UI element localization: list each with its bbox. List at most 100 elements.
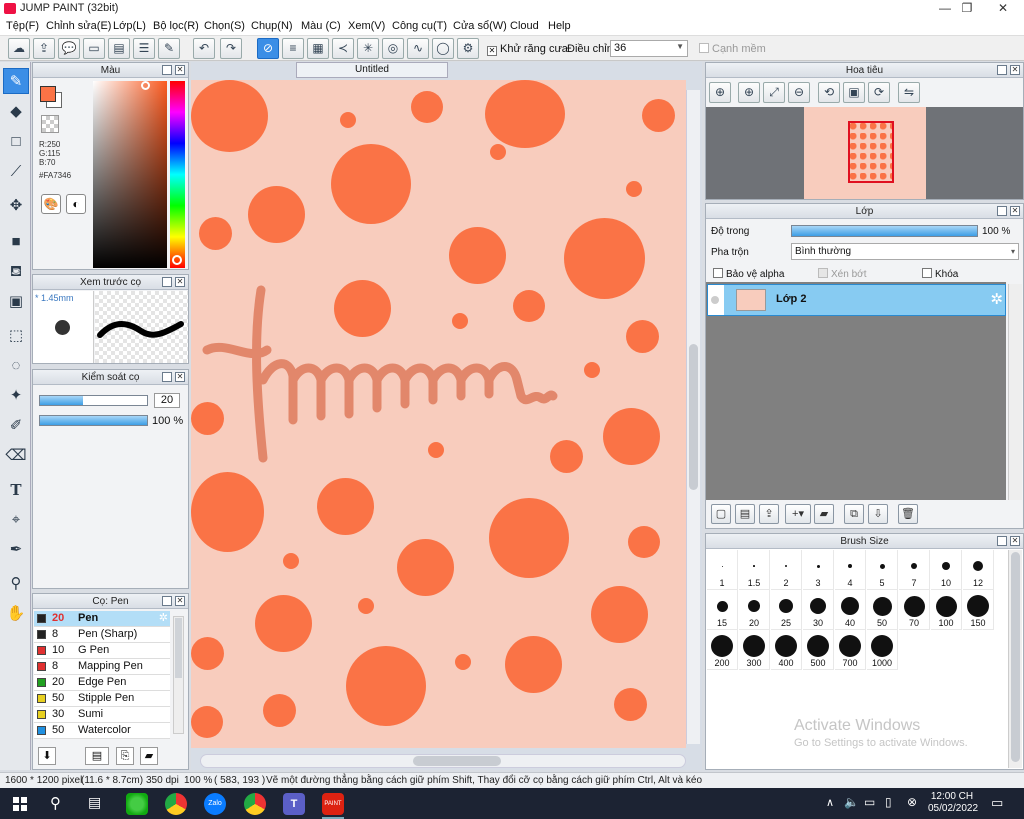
brush-item-edge-pen[interactable]: 20 Edge Pen xyxy=(34,675,170,691)
canvas-horizontal-scrollbar[interactable] xyxy=(200,754,686,768)
add-layer-dropdown-icon[interactable]: +▾ xyxy=(785,504,811,524)
foreground-color-swatch[interactable] xyxy=(40,86,56,102)
flip-icon[interactable]: ⇋ xyxy=(898,82,920,103)
brush-size-option[interactable]: 500 xyxy=(803,630,834,670)
brush-size-option[interactable]: 700 xyxy=(835,630,866,670)
scroll-thumb[interactable] xyxy=(1011,552,1020,762)
float-icon[interactable] xyxy=(997,536,1007,546)
drawing-canvas[interactable] xyxy=(191,80,686,748)
circle-snap-icon[interactable]: ◯ xyxy=(432,38,454,59)
snap-off-icon[interactable]: ⊘ xyxy=(257,38,279,59)
menu-file[interactable]: Tệp(F) xyxy=(6,20,39,32)
lasso-select-icon[interactable]: ◌ xyxy=(3,352,29,378)
eye-icon[interactable] xyxy=(711,296,719,304)
notification-icon[interactable]: ▭ xyxy=(991,795,1003,811)
select-eraser-icon[interactable]: ⌫ xyxy=(3,442,29,468)
brush-item-mapping-pen[interactable]: 8 Mapping Pen xyxy=(34,659,170,675)
close-icon[interactable]: ✕ xyxy=(175,65,185,75)
brush-size-option[interactable]: 30 xyxy=(803,590,834,630)
close-icon[interactable]: ✕ xyxy=(175,277,185,287)
folder-layer-icon[interactable]: ▰ xyxy=(814,504,834,524)
curve-snap-icon[interactable]: ∿ xyxy=(407,38,429,59)
delete-layer-icon[interactable]: 🗑 xyxy=(898,504,918,524)
close-icon[interactable]: ✕ xyxy=(1010,536,1020,546)
clock[interactable]: 12:00 CH 05/02/2022 xyxy=(928,791,978,815)
palette-icon[interactable]: 🎨 xyxy=(41,194,61,214)
network-icon[interactable]: ▭ xyxy=(864,795,875,809)
brush-opacity-slider[interactable] xyxy=(39,415,148,426)
clipping-checkbox[interactable] xyxy=(818,268,828,278)
brush-item-watercolor[interactable]: 50 Watercolor xyxy=(34,723,170,739)
close-circle-icon[interactable]: ⊗ xyxy=(907,795,917,809)
menu-view[interactable]: Xem(V) xyxy=(348,20,385,32)
menu-capture[interactable]: Chụp(N) xyxy=(251,20,293,32)
snap-settings-icon[interactable]: ⚙ xyxy=(457,38,479,59)
brush-size-scrollbar[interactable] xyxy=(1008,550,1022,768)
search-icon[interactable]: ⚲ xyxy=(50,794,61,812)
brush-list-scrollbar[interactable] xyxy=(173,616,184,734)
chat-icon[interactable]: ▭ xyxy=(83,38,105,59)
blend-mode-select[interactable]: Bình thường ▾ xyxy=(791,243,1019,260)
brush-size-slider[interactable] xyxy=(39,395,148,406)
brush-size-option[interactable]: 1.5 xyxy=(739,550,770,590)
duplicate-layer-icon[interactable]: ⧉ xyxy=(844,504,864,524)
horizontal-scroll-thumb[interactable] xyxy=(413,756,501,766)
brush-size-option[interactable]: 12 xyxy=(963,550,994,590)
layer-settings-gear-icon[interactable]: ✲ xyxy=(990,290,1003,308)
brush-item-pen-sharp[interactable]: 8 Pen (Sharp) xyxy=(34,627,170,643)
hand-tool-icon[interactable]: ✋ xyxy=(3,600,29,626)
close-icon[interactable]: ✕ xyxy=(1010,206,1020,216)
grid-snap-icon[interactable]: ▦ xyxy=(307,38,329,59)
new-brush-icon[interactable]: ▤ xyxy=(85,747,109,765)
gear-icon[interactable]: ✲ xyxy=(159,611,168,626)
rect-select-icon[interactable]: ⬚ xyxy=(3,322,29,348)
chrome-icon[interactable] xyxy=(165,793,187,815)
bucket-tool-icon[interactable]: ⛾ xyxy=(3,258,29,284)
perspective-snap-icon[interactable]: ≺ xyxy=(332,38,354,59)
app-green-icon[interactable] xyxy=(126,793,148,815)
volume-icon[interactable]: 🔈 xyxy=(844,795,859,809)
float-icon[interactable] xyxy=(162,65,172,75)
brush-size-option[interactable]: 150 xyxy=(963,590,994,630)
folder-icon[interactable]: ▰ xyxy=(140,747,158,765)
comment-icon[interactable]: 💬 xyxy=(58,38,80,59)
brush-item-g-pen[interactable]: 10 G Pen xyxy=(34,643,170,659)
text-tool-icon[interactable]: T xyxy=(3,476,29,502)
protect-alpha-checkbox[interactable] xyxy=(713,268,723,278)
brush-size-option[interactable]: 4 xyxy=(835,550,866,590)
clipping-toggle[interactable]: Xén bớt xyxy=(818,268,866,280)
lock-checkbox[interactable] xyxy=(922,268,932,278)
brush-size-option[interactable]: 10 xyxy=(931,550,962,590)
parallel-snap-icon[interactable]: ≡ xyxy=(282,38,304,59)
smooth-toggle[interactable]: Cạnh mềm xyxy=(699,43,766,55)
picker-cursor[interactable] xyxy=(141,81,150,90)
layer-list-scrollbar[interactable] xyxy=(1008,284,1022,500)
navigator-viewport[interactable] xyxy=(706,107,1023,199)
brush-item-pen[interactable]: 20 Pen ✲ xyxy=(34,611,170,627)
radial-snap-icon[interactable]: ✳ xyxy=(357,38,379,59)
float-icon[interactable] xyxy=(162,596,172,606)
float-icon[interactable] xyxy=(997,206,1007,216)
eraser-tool-icon[interactable]: ◆ xyxy=(3,98,29,124)
hue-slider[interactable] xyxy=(170,81,185,268)
menu-help[interactable]: Help xyxy=(548,20,571,32)
brush-size-option[interactable]: 300 xyxy=(739,630,770,670)
jump-paint-taskbar-icon[interactable]: PAINT xyxy=(322,793,344,815)
zalo-icon[interactable]: Zalo xyxy=(204,793,226,815)
eyedropper-icon[interactable]: ✒ xyxy=(3,536,29,562)
brush-size-option[interactable]: 15 xyxy=(707,590,738,630)
float-icon[interactable] xyxy=(162,372,172,382)
edit-icon[interactable]: ✎ xyxy=(158,38,180,59)
fill-rect-tool-icon[interactable]: ■ xyxy=(3,228,29,254)
adjust-select[interactable]: 36 ▼ xyxy=(610,40,688,57)
brush-size-option[interactable]: 25 xyxy=(771,590,802,630)
vertical-scroll-thumb[interactable] xyxy=(689,344,698,490)
float-icon[interactable] xyxy=(162,277,172,287)
rotate-right-icon[interactable]: ⟳ xyxy=(868,82,890,103)
restore-button[interactable]: ❐ xyxy=(952,0,982,17)
brush-size-option[interactable]: 400 xyxy=(771,630,802,670)
close-icon[interactable]: ✕ xyxy=(175,372,185,382)
save-brush-icon[interactable]: ⎘ xyxy=(116,747,134,765)
brush-item-sumi[interactable]: 30 Sumi xyxy=(34,707,170,723)
windows-start-icon[interactable] xyxy=(13,797,27,811)
